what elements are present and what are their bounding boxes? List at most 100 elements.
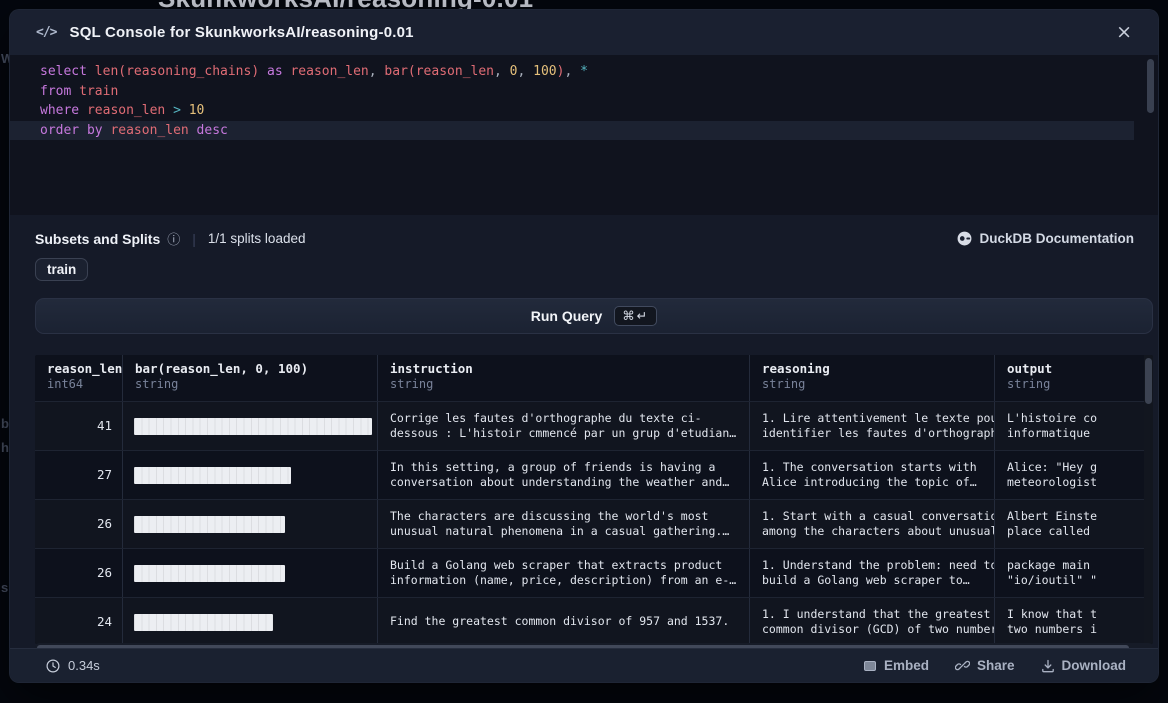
sql-console-modal: </> SQL Console for SkunkworksAI/reasoni… [10,10,1158,682]
background-text-fragment: s [1,580,8,595]
cell-reasoning: 1. Start with a casual conversation amon… [750,500,995,548]
sql-token-num: 0 [510,64,518,79]
embed-button[interactable]: Embed [863,658,929,673]
table-row: 41 Corrige les fautes d'orthographe du te… [35,401,1145,450]
column-type: string [1007,377,1144,391]
cell-output: I know that t two numbers i [995,598,1145,644]
divider: | [192,231,196,247]
sql-code-line[interactable]: from train [10,82,1158,102]
sql-token-num: 10 [189,103,205,118]
table-vertical-scrollbar-thumb[interactable] [1145,358,1152,404]
column-type: string [762,377,994,391]
column-name: bar(reason_len, 0, 100) [135,361,377,376]
cell-reasoning: 1. Lire attentivement le texte pour iden… [750,402,995,450]
cell-reason-len: 26 [35,549,123,597]
cell-instruction: Find the greatest common divisor of 957 … [378,598,750,644]
cell-output: Albert Einste place called [995,500,1145,548]
info-icon[interactable]: ⓘ [167,229,180,248]
column-header-bar-reason-len-0-100-[interactable]: bar(reason_len, 0, 100)string [123,355,378,401]
splits-section: Subsets and Splits ⓘ | 1/1 splits loaded… [10,215,1158,248]
sql-token-kw: order by [40,123,110,138]
column-name: reasoning [762,361,994,376]
sql-code-line[interactable]: where reason_len > 10 [10,101,1158,121]
link-icon [955,658,970,673]
embed-icon [863,659,877,673]
sql-token-id: train [79,84,118,99]
table-row: 27 In this setting, a group of friends is… [35,450,1145,499]
code-icon: </> [36,25,56,40]
editor-scrollbar[interactable] [1147,59,1154,113]
sql-token-kw: as [259,64,290,79]
cell-bar [123,598,378,644]
column-type: int64 [47,377,122,391]
background-text-fragment: b [1,416,9,431]
results-table: reason_lenint64bar(reason_len, 0, 100)st… [35,355,1153,644]
sql-token-id: reason_len [87,103,165,118]
sql-token-id: reason_len [290,64,368,79]
column-name: reason_len [47,361,122,376]
split-chip-train[interactable]: train [35,258,88,281]
sql-token-kw: select [40,64,95,79]
sql-token-fn: len( [95,64,126,79]
table-row: 26 Build a Golang web scraper that extrac… [35,548,1145,597]
sql-token-fn: ) [251,64,259,79]
column-name: instruction [390,361,749,376]
sql-token-kw: desc [189,123,228,138]
cell-bar [123,451,378,499]
sql-code-line[interactable]: select len(reasoning_chains) as reason_l… [10,62,1158,82]
bar-fill [134,614,273,631]
sql-token-pn: , [494,64,510,79]
cell-reasoning: 1. I understand that the greatest common… [750,598,995,644]
table-header-row: reason_lenint64bar(reason_len, 0, 100)st… [35,355,1145,401]
sql-token-fn: bar( [384,64,415,79]
cell-reason-len: 27 [35,451,123,499]
sql-editor[interactable]: select len(reasoning_chains) as reason_l… [10,55,1158,215]
cell-bar [123,500,378,548]
cell-instruction: The characters are discussing the world'… [378,500,750,548]
sql-token-num: 100 [533,64,556,79]
cell-instruction: In this setting, a group of friends is h… [378,451,750,499]
duckdb-docs-link[interactable]: DuckDB Documentation [957,231,1134,246]
column-header-reason-len[interactable]: reason_lenint64 [35,355,123,401]
sql-token-pn: , [564,64,580,79]
column-header-instruction[interactable]: instructionstring [378,355,750,401]
cell-reason-len: 26 [35,500,123,548]
query-duration: 0.34s [46,658,100,673]
cell-bar [123,402,378,450]
column-type: string [390,377,749,391]
sql-token-id: reason_len [416,64,494,79]
bar-fill [134,418,372,435]
column-header-reasoning[interactable]: reasoningstring [750,355,995,401]
cell-reasoning: 1. Understand the problem: need to build… [750,549,995,597]
cell-reason-len: 41 [35,402,123,450]
cell-output: L'histoire co informatique [995,402,1145,450]
cell-instruction: Build a Golang web scraper that extracts… [378,549,750,597]
keyboard-shortcut-badge: ⌘↵ [614,306,657,326]
run-query-button[interactable]: Run Query ⌘↵ [35,298,1153,334]
sql-token-pn: , [369,64,385,79]
table-row: 24 Find the greatest common divisor of 95… [35,597,1145,644]
split-chips: train [10,248,1158,281]
bar-fill [134,516,285,533]
clock-icon [46,659,60,673]
modal-title: SQL Console for SkunkworksAI/reasoning-0… [69,24,1108,41]
download-button[interactable]: Download [1041,658,1127,673]
splits-loaded-status: 1/1 splits loaded [208,231,306,246]
cell-output: package main "io/ioutil" " [995,549,1145,597]
sql-token-kw: from [40,84,79,99]
column-type: string [135,377,377,391]
sql-code-line[interactable]: order by reason_len desc [10,121,1134,141]
download-icon [1041,659,1055,673]
sql-token-op: > [165,103,188,118]
cell-instruction: Corrige les fautes d'orthographe du text… [378,402,750,450]
column-header-output[interactable]: outputstring [995,355,1145,401]
modal-footer: 0.34s Embed Share Download [10,648,1158,682]
close-icon[interactable]: × [1108,19,1140,46]
table-vertical-scrollbar[interactable] [1144,355,1153,644]
share-button[interactable]: Share [955,658,1015,673]
cell-reason-len: 24 [35,598,123,644]
table-row: 26 The characters are discussing the worl… [35,499,1145,548]
cell-reasoning: 1. The conversation starts with Alice in… [750,451,995,499]
modal-header: </> SQL Console for SkunkworksAI/reasoni… [10,10,1158,55]
cell-bar [123,549,378,597]
